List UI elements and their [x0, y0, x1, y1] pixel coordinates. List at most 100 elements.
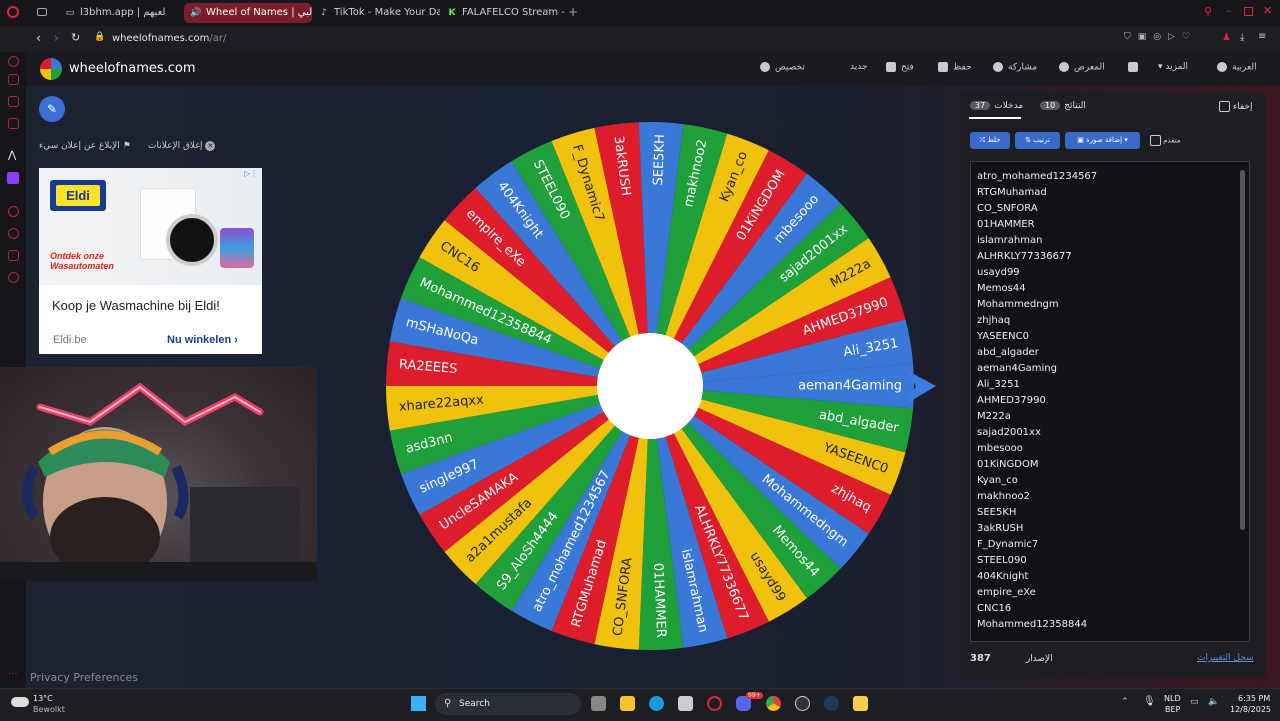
entry-item[interactable]: atro_mohamed1234567: [977, 171, 1097, 182]
tab-results[interactable]: 10 النتائج: [1040, 101, 1086, 111]
microphone-icon[interactable]: 🎙: [1143, 696, 1156, 707]
menu-icon[interactable]: ≡: [1258, 31, 1266, 42]
entry-item[interactable]: 01HAMMER: [977, 219, 1035, 230]
keyboard-layout[interactable]: BEP: [1165, 705, 1180, 714]
opera-taskbar-icon[interactable]: [707, 696, 722, 711]
entry-item[interactable]: zhjhaq: [977, 315, 1010, 326]
entry-item[interactable]: islamrahman: [977, 235, 1042, 246]
wheel-logo-icon[interactable]: [40, 58, 62, 80]
weather-desc[interactable]: Bewolkt: [33, 705, 65, 714]
ad-choices-icon[interactable]: ▷⋮: [244, 169, 258, 178]
entry-item[interactable]: CO_SNFORA: [977, 203, 1038, 214]
reload-icon[interactable]: ↻: [71, 31, 80, 44]
aria-icon[interactable]: [8, 56, 19, 67]
edge-icon[interactable]: [649, 696, 664, 711]
profile-icon[interactable]: ♟: [1222, 32, 1231, 43]
advanced-toggle[interactable]: متقدم: [1150, 135, 1181, 146]
task-view-icon[interactable]: [591, 696, 606, 711]
entry-item[interactable]: Memos44: [977, 283, 1026, 294]
entry-item[interactable]: aeman4Gaming: [977, 363, 1057, 374]
hide-checkbox[interactable]: [1219, 101, 1230, 112]
close-window-icon[interactable]: ✕: [1263, 4, 1272, 17]
tray-chevron-icon[interactable]: ⌃: [1121, 697, 1129, 707]
entry-item[interactable]: usayd99: [977, 267, 1020, 278]
windows-start-icon[interactable]: [411, 696, 426, 711]
url-field[interactable]: wheelofnames.com/ar/: [112, 33, 226, 44]
close-ads-link[interactable]: إغلاق الإعلانات ✕: [148, 141, 216, 151]
extension-icon[interactable]: [8, 74, 19, 85]
weather-temp[interactable]: 13°C: [33, 694, 53, 703]
entry-item[interactable]: sajad2001xx: [977, 427, 1041, 438]
entry-item[interactable]: STEEL090: [977, 555, 1027, 566]
entry-item[interactable]: mbesooo: [977, 443, 1023, 454]
entry-item[interactable]: AHMED37990: [977, 395, 1046, 406]
entry-item[interactable]: Ali_3251: [977, 379, 1020, 390]
customize-button[interactable]: تخصيص: [760, 62, 805, 73]
tab-tiktok[interactable]: ♪ TikTok - Make Your Day: [312, 3, 440, 23]
changelog-link[interactable]: سجل التغييرات: [1197, 653, 1254, 663]
player-icon[interactable]: [8, 206, 19, 217]
entry-item[interactable]: makhnoo2: [977, 491, 1030, 502]
taskbar-search[interactable]: [435, 693, 581, 715]
privacy-preferences-link[interactable]: Privacy Preferences: [30, 671, 138, 684]
app-icon[interactable]: [853, 696, 868, 711]
entry-item[interactable]: F_Dynamic7: [977, 539, 1038, 550]
entries-scrollbar[interactable]: [1240, 170, 1245, 530]
tab-entries[interactable]: 37 مدخلات: [970, 101, 1023, 111]
site-logo[interactable]: wheelofnames.com: [69, 61, 196, 76]
pinboard-icon[interactable]: [8, 118, 19, 129]
entry-item[interactable]: empire_eXe: [977, 587, 1036, 598]
new-button[interactable]: جديد: [850, 62, 868, 72]
open-button[interactable]: فتح: [886, 62, 914, 73]
entry-item[interactable]: 01KiNGDOM: [977, 459, 1039, 470]
shield-icon[interactable]: [8, 96, 19, 107]
maximize-icon[interactable]: [1244, 7, 1253, 16]
obs-icon[interactable]: [795, 696, 810, 711]
ad-cta-button[interactable]: Nu winkelen ›: [167, 334, 238, 346]
entry-item[interactable]: CNC16: [977, 603, 1011, 614]
tab-list-icon[interactable]: [37, 8, 47, 16]
entry-item[interactable]: abd_algader: [977, 347, 1039, 358]
more-icon[interactable]: ···: [8, 669, 18, 680]
entry-item[interactable]: SEE5KH: [977, 507, 1016, 518]
kick-sidebar-icon[interactable]: ⋀: [8, 150, 16, 161]
tab-wheel-of-names[interactable]: 🔊 Wheel of Names | لبي: [184, 3, 312, 23]
ad-headline[interactable]: Koop je Wasmachine bij Eldi!: [52, 298, 220, 313]
wheel-of-names[interactable]: aeman4Gamingabd_algaderYASEENC0zhjhaqMoh…: [380, 118, 940, 658]
clock-time[interactable]: 6:35 PM: [1238, 694, 1270, 703]
download-icon[interactable]: ⤓: [1240, 32, 1244, 43]
entry-item[interactable]: ALHRKLY77336677: [977, 251, 1072, 262]
entry-item[interactable]: M222a: [977, 411, 1011, 422]
store-icon[interactable]: [678, 696, 693, 711]
minimize-icon[interactable]: –: [1226, 4, 1232, 17]
file-explorer-icon[interactable]: [620, 696, 635, 711]
history-icon[interactable]: [8, 228, 19, 239]
advanced-checkbox[interactable]: [1150, 135, 1161, 146]
tab-kick-stream[interactable]: KFALAFELCO Stream - Wa: [440, 3, 567, 23]
hide-toggle[interactable]: إخفاء: [1219, 101, 1252, 112]
gallery-button[interactable]: المعرض: [1059, 62, 1105, 73]
tab-l3bhm[interactable]: ▭ l3bhm.app | لعبهم: [58, 3, 182, 23]
clock-date[interactable]: 12/8/2025: [1230, 705, 1271, 714]
messenger-icon[interactable]: [8, 250, 19, 261]
chrome-icon[interactable]: [766, 696, 781, 711]
back-icon[interactable]: ‹: [36, 31, 41, 45]
search-tabs-icon[interactable]: ⚲: [1204, 5, 1212, 18]
entry-item[interactable]: RTGMuhamad: [977, 187, 1047, 198]
speaker-icon[interactable]: 🔈: [1208, 697, 1219, 707]
entry-item[interactable]: 3akRUSH: [977, 523, 1023, 534]
entry-item[interactable]: Mohammed12358844: [977, 619, 1087, 630]
shuffle-button[interactable]: ⤮ خلط: [970, 132, 1010, 149]
forward-icon[interactable]: ›: [54, 31, 59, 45]
more-menu-button[interactable]: ▾ المزيد: [1158, 62, 1188, 72]
entry-item[interactable]: Mohammedngm: [977, 299, 1059, 310]
steam-icon[interactable]: [824, 696, 839, 711]
wheel-center-button[interactable]: [597, 333, 703, 439]
network-icon[interactable]: ▭: [1190, 697, 1199, 707]
add-image-button[interactable]: ▣ إضافة صورة ▾: [1065, 132, 1140, 149]
toolbar-icons[interactable]: ⛉▣◎▷♡: [1124, 32, 1197, 42]
language-button[interactable]: العربية: [1217, 62, 1257, 73]
fullscreen-button[interactable]: [1128, 62, 1143, 73]
opera-logo-icon[interactable]: [7, 6, 19, 18]
speaker-icon[interactable]: 🔊: [190, 3, 202, 23]
